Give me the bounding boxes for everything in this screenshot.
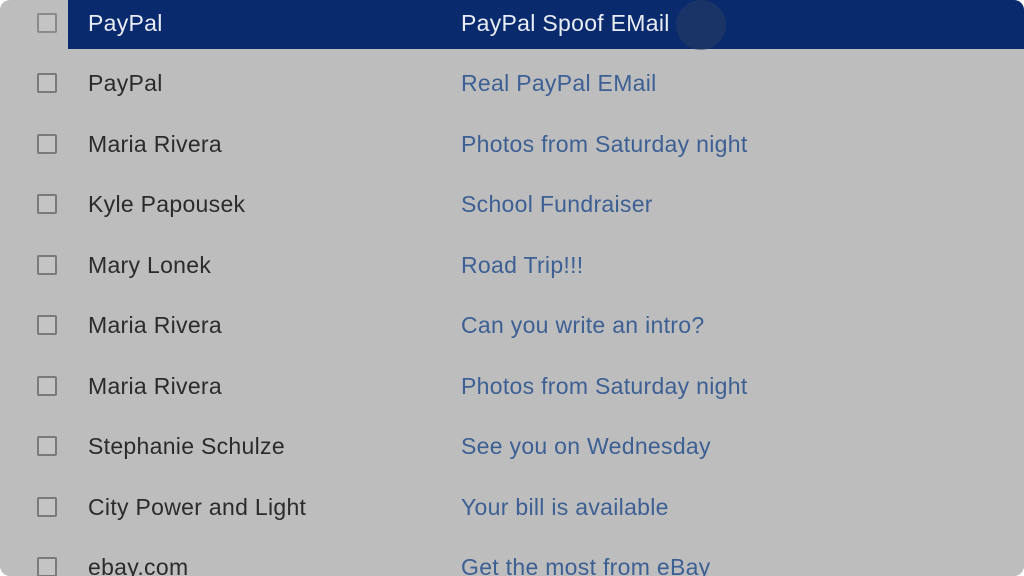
email-sender: ebay.com [88, 554, 189, 576]
email-subject-link[interactable]: School Fundraiser [461, 191, 653, 218]
email-subject-link[interactable]: See you on Wednesday [461, 433, 711, 460]
email-subject-link[interactable]: Can you write an intro? [461, 312, 704, 339]
email-row[interactable]: Mary Lonek Road Trip!!! [0, 242, 1024, 302]
row-checkbox[interactable] [37, 497, 57, 517]
email-subject-link[interactable]: Photos from Saturday night [461, 131, 748, 158]
email-sender: Kyle Papousek [88, 191, 246, 217]
row-checkbox[interactable] [37, 557, 57, 576]
email-list: PayPal PayPal Spoof EMail PayPal Real Pa… [0, 0, 1024, 576]
email-subject-link[interactable]: Real PayPal EMail [461, 70, 657, 97]
row-checkbox[interactable] [37, 376, 57, 396]
email-subject-link[interactable]: Road Trip!!! [461, 252, 584, 279]
email-sender: Mary Lonek [88, 252, 212, 278]
email-sender: Maria Rivera [88, 312, 222, 338]
email-subject-link[interactable]: Get the most from eBay [461, 554, 710, 576]
email-row[interactable]: Maria Rivera Photos from Saturday night [0, 363, 1024, 423]
email-subject-link[interactable]: Your bill is available [461, 494, 669, 521]
row-checkbox[interactable] [37, 255, 57, 275]
email-sender: PayPal [88, 70, 163, 96]
email-row[interactable]: Stephanie Schulze See you on Wednesday [0, 423, 1024, 483]
email-row[interactable]: Kyle Papousek School Fundraiser [0, 181, 1024, 241]
cursor-highlight-icon [676, 0, 726, 50]
email-row[interactable]: ebay.com Get the most from eBay [0, 544, 1024, 576]
email-subject-link[interactable]: Photos from Saturday night [461, 373, 748, 400]
email-sender: PayPal [88, 10, 163, 36]
row-checkbox[interactable] [37, 134, 57, 154]
row-checkbox[interactable] [37, 73, 57, 93]
email-row[interactable]: City Power and Light Your bill is availa… [0, 484, 1024, 544]
email-sender: Maria Rivera [88, 131, 222, 157]
row-checkbox[interactable] [37, 436, 57, 456]
email-subject-link[interactable]: PayPal Spoof EMail [461, 10, 670, 37]
row-checkbox[interactable] [37, 194, 57, 214]
email-sender: Maria Rivera [88, 373, 222, 399]
screen-frame: PayPal PayPal Spoof EMail PayPal Real Pa… [0, 0, 1024, 576]
email-row[interactable]: Maria Rivera Photos from Saturday night [0, 121, 1024, 181]
email-sender: City Power and Light [88, 494, 307, 520]
row-checkbox[interactable] [37, 13, 57, 33]
email-row[interactable]: Maria Rivera Can you write an intro? [0, 302, 1024, 362]
row-checkbox[interactable] [37, 315, 57, 335]
email-sender: Stephanie Schulze [88, 433, 285, 459]
email-row[interactable]: PayPal PayPal Spoof EMail [0, 0, 1024, 60]
email-row[interactable]: PayPal Real PayPal EMail [0, 60, 1024, 120]
